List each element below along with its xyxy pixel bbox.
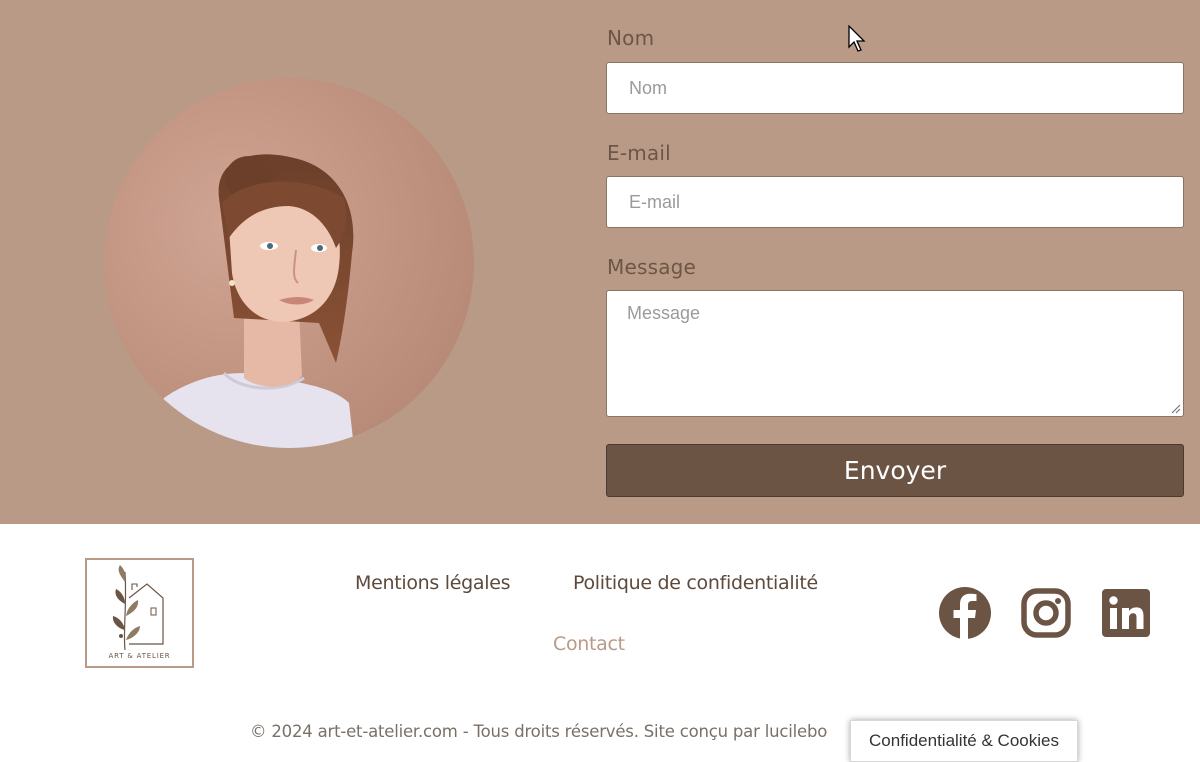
portrait-photo (104, 78, 474, 448)
linkedin-icon[interactable] (1100, 587, 1152, 639)
art-atelier-logo[interactable]: ART & ATELIER (85, 558, 194, 668)
facebook-icon[interactable] (939, 587, 991, 639)
message-label: Message (607, 255, 697, 279)
privacy-policy-link[interactable]: Politique de confidentialité (573, 572, 818, 594)
message-textarea[interactable] (606, 290, 1184, 417)
copyright-text: © 2024 art-et-atelier.com - Tous droits … (250, 722, 828, 741)
resize-handle-icon[interactable] (1169, 402, 1181, 414)
mentions-legales-link[interactable]: Mentions légales (355, 572, 511, 594)
contact-link[interactable]: Contact (553, 633, 625, 655)
mouse-cursor-icon (848, 25, 866, 52)
name-input[interactable] (606, 62, 1184, 114)
send-button[interactable]: Envoyer (606, 444, 1184, 497)
name-label: Nom (607, 26, 655, 50)
house-plant-icon (112, 565, 164, 651)
cookie-settings-button[interactable]: Confidentialité & Cookies (850, 720, 1078, 762)
email-label: E-mail (607, 141, 671, 165)
email-input[interactable] (606, 176, 1184, 228)
instagram-icon[interactable] (1020, 587, 1072, 639)
logo-caption: ART & ATELIER (108, 652, 171, 660)
contact-section: Nom E-mail Message Envoyer (0, 0, 1200, 524)
